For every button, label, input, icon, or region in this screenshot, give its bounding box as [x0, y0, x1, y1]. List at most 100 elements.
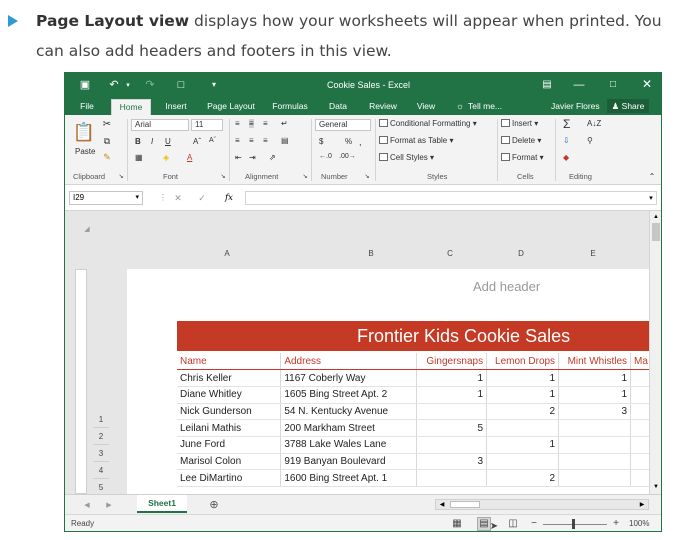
cell[interactable]: [486, 419, 560, 437]
tab-file[interactable]: File: [73, 99, 101, 113]
tab-insert[interactable]: Insert: [159, 99, 193, 113]
share-button[interactable]: ♟ Share: [607, 99, 649, 113]
format-as-table-button[interactable]: Format as Table ▾: [379, 136, 453, 145]
horizontal-scroll-thumb[interactable]: [450, 501, 480, 508]
tab-review[interactable]: Review: [365, 99, 401, 113]
column-header-c[interactable]: C: [415, 247, 485, 261]
scroll-left-icon[interactable]: ◀: [438, 501, 446, 509]
cell[interactable]: 1: [486, 386, 560, 404]
row-header-4[interactable]: 4: [93, 462, 109, 479]
cell[interactable]: 1167 Coberly Way: [280, 369, 418, 387]
cell[interactable]: June Ford: [177, 436, 282, 454]
cut-icon[interactable]: ✂: [101, 119, 113, 131]
maximize-icon[interactable]: □: [607, 79, 619, 91]
row-header-3[interactable]: 3: [93, 445, 109, 462]
column-header-b[interactable]: B: [327, 247, 415, 261]
cell[interactable]: [416, 469, 488, 487]
increase-decimal-icon[interactable]: ←.0: [319, 153, 332, 160]
header-cell-mint-whistles[interactable]: Mint Whistles: [558, 353, 632, 371]
row-header-5[interactable]: 5: [93, 479, 109, 494]
tab-home[interactable]: Home: [111, 99, 151, 115]
font-color-icon[interactable]: A: [187, 153, 192, 162]
insert-function-icon[interactable]: fx: [225, 193, 233, 203]
cell[interactable]: 3788 Lake Wales Lane: [280, 436, 418, 454]
align-bottom-icon[interactable]: ≡: [263, 119, 268, 128]
sheet-banner[interactable]: Frontier Kids Cookie Sales: [177, 321, 661, 351]
cell[interactable]: 54 N. Kentucky Avenue: [280, 403, 418, 421]
zoom-slider-track[interactable]: [543, 524, 607, 525]
collapse-ribbon-icon[interactable]: ⌃: [647, 173, 657, 181]
percent-icon[interactable]: %: [345, 137, 352, 146]
format-painter-icon[interactable]: ✎: [101, 151, 113, 163]
cell[interactable]: [416, 403, 488, 421]
page-break-view-icon[interactable]: ◫: [507, 518, 519, 530]
decrease-indent-icon[interactable]: ⇤: [235, 153, 242, 162]
horizontal-scrollbar[interactable]: ◀ ▶: [435, 499, 649, 510]
cell[interactable]: 1: [486, 369, 560, 387]
wrap-text-icon[interactable]: ↵: [281, 119, 288, 128]
cell[interactable]: 1: [558, 369, 632, 387]
cell[interactable]: 1600 Bing Street Apt. 1: [280, 469, 418, 487]
column-header-e[interactable]: E: [557, 247, 629, 261]
cell[interactable]: [558, 419, 632, 437]
align-center-icon[interactable]: ≡: [249, 136, 254, 145]
scroll-up-icon[interactable]: ▲: [651, 213, 661, 221]
tab-view[interactable]: View: [413, 99, 439, 113]
tab-formulas[interactable]: Formulas: [269, 99, 311, 113]
undo-icon[interactable]: ↶: [107, 79, 121, 91]
cell[interactable]: 3: [558, 403, 632, 421]
tab-data[interactable]: Data: [325, 99, 351, 113]
new-document-icon[interactable]: □: [175, 78, 187, 92]
increase-font-icon[interactable]: Aˆ: [193, 137, 201, 146]
zoom-level[interactable]: 100%: [629, 519, 649, 528]
expand-formula-bar-icon[interactable]: ▾: [647, 194, 655, 202]
align-middle-icon[interactable]: ≡: [249, 119, 254, 128]
bold-icon[interactable]: B: [135, 137, 141, 146]
zoom-in-icon[interactable]: +: [611, 518, 621, 530]
decrease-decimal-icon[interactable]: .00→: [339, 153, 356, 160]
save-icon[interactable]: ▣: [79, 79, 91, 91]
ribbon-display-icon[interactable]: ▤: [541, 79, 553, 91]
confirm-entry-icon[interactable]: ✓: [197, 192, 207, 204]
orientation-icon[interactable]: ⇗: [269, 153, 276, 162]
formula-input[interactable]: [245, 191, 657, 205]
cancel-entry-icon[interactable]: ✕: [173, 192, 183, 204]
cell-styles-button[interactable]: Cell Styles ▾: [379, 153, 434, 162]
italic-icon[interactable]: I: [151, 137, 153, 146]
insert-cells-button[interactable]: Insert ▾: [501, 119, 538, 128]
format-cells-button[interactable]: Format ▾: [501, 153, 544, 162]
sheet-tab-sheet1[interactable]: Sheet1: [137, 495, 187, 513]
header-cell-lemon-drops[interactable]: Lemon Drops: [486, 353, 560, 371]
font-launcher-icon[interactable]: ↘: [219, 173, 227, 181]
name-box[interactable]: I29 ▾: [69, 191, 143, 205]
cell[interactable]: Marisol Colon: [177, 453, 282, 471]
number-launcher-icon[interactable]: ↘: [363, 173, 371, 181]
cell[interactable]: Chris Keller: [177, 369, 282, 387]
redo-icon[interactable]: ↷: [143, 79, 157, 91]
cell[interactable]: Lee DiMartino: [177, 469, 282, 487]
number-format-box[interactable]: General: [315, 119, 371, 131]
next-sheet-icon[interactable]: ▶: [105, 500, 113, 510]
cell[interactable]: [486, 453, 560, 471]
copy-icon[interactable]: ⧉: [101, 135, 113, 147]
underline-icon[interactable]: U: [165, 137, 171, 146]
alignment-launcher-icon[interactable]: ↘: [301, 173, 309, 181]
paste-icon[interactable]: 📋: [73, 121, 95, 143]
clipboard-launcher-icon[interactable]: ↘: [117, 173, 125, 181]
cell[interactable]: 200 Markham Street: [280, 419, 418, 437]
cell[interactable]: 1: [416, 369, 488, 387]
comma-icon[interactable]: ,: [359, 137, 362, 147]
row-header-2[interactable]: 2: [93, 428, 109, 445]
user-name[interactable]: Javier Flores: [551, 101, 600, 111]
undo-dropdown-icon[interactable]: ▾: [125, 79, 131, 91]
cell[interactable]: 1: [416, 386, 488, 404]
font-name-box[interactable]: Arial: [131, 119, 189, 131]
cell[interactable]: Diane Whitley: [177, 386, 282, 404]
cell[interactable]: 1: [558, 386, 632, 404]
conditional-formatting-button[interactable]: Conditional Formatting ▾: [379, 119, 477, 128]
row-header-1[interactable]: 1: [93, 411, 109, 428]
font-size-box[interactable]: 11: [191, 119, 223, 131]
cell[interactable]: 2: [486, 403, 560, 421]
fill-color-icon[interactable]: ◈: [163, 153, 169, 162]
autosum-icon[interactable]: Σ: [563, 117, 570, 131]
